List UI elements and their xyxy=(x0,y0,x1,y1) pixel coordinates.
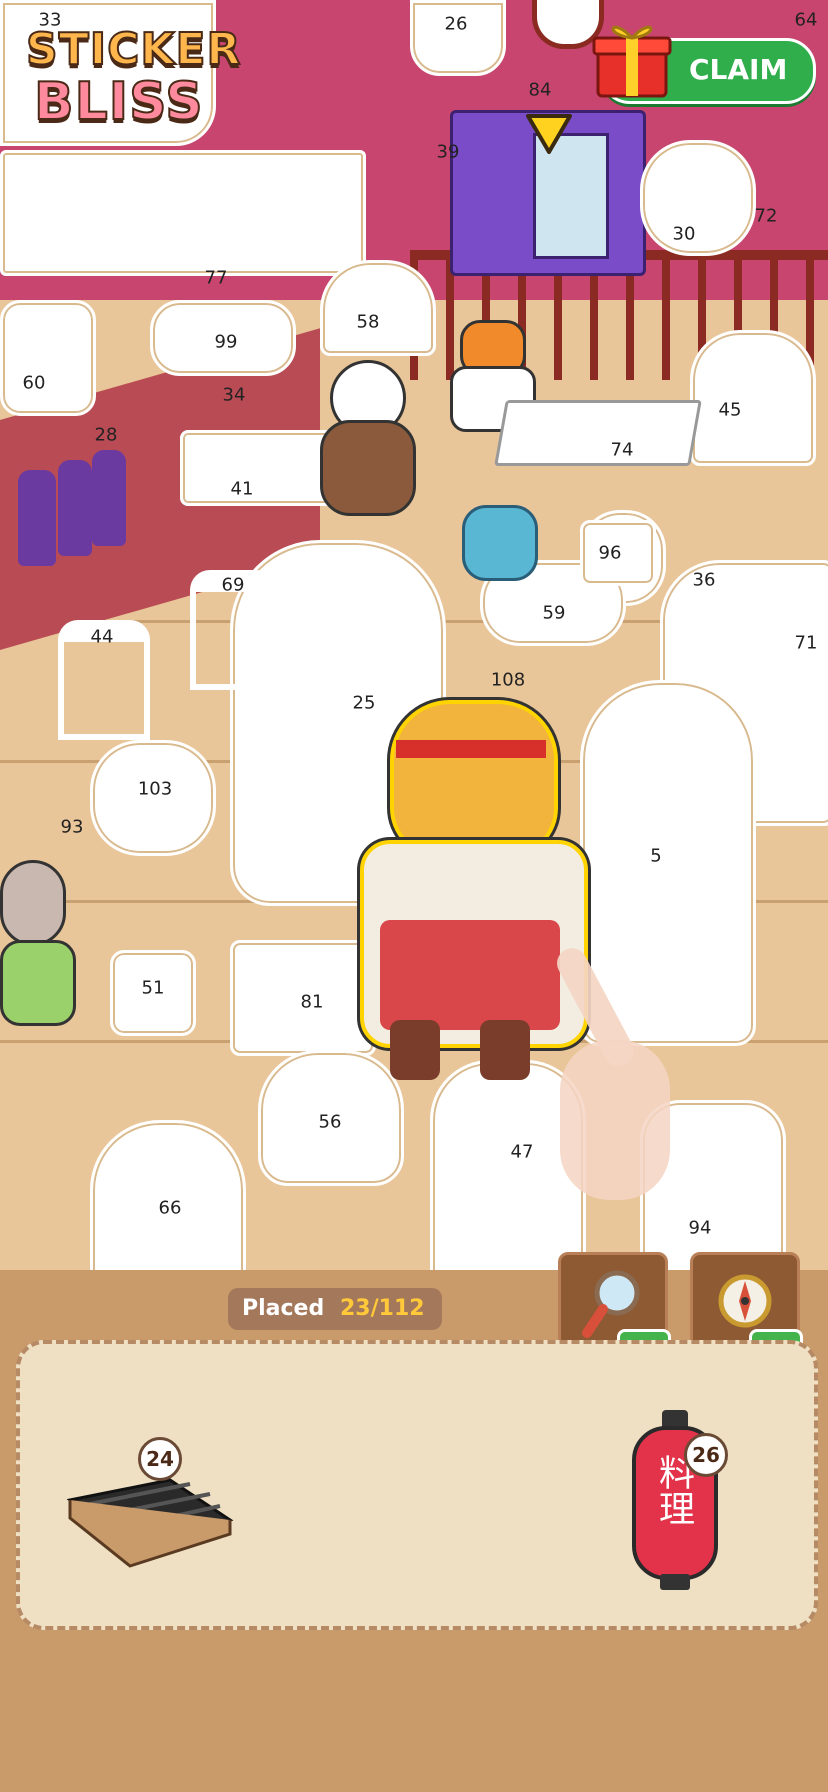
slot-number: 103 xyxy=(137,778,173,800)
placed-label: Placed xyxy=(242,1296,325,1321)
slot-number: 93 xyxy=(60,816,84,838)
sticker-slot[interactable] xyxy=(0,300,96,416)
rabbit-character xyxy=(0,860,80,1040)
slot-number: 58 xyxy=(356,311,380,333)
placed-counter: Placed 23/112 xyxy=(228,1288,442,1330)
claim-label: CLAIM xyxy=(689,53,788,86)
sticker-slot[interactable] xyxy=(690,330,816,466)
slot-number: 71 xyxy=(794,632,818,654)
slot-number: 66 xyxy=(158,1197,182,1219)
slot-number: 56 xyxy=(318,1111,342,1133)
bottle xyxy=(58,460,92,556)
slot-number: 84 xyxy=(528,79,552,101)
slot-number: 41 xyxy=(230,478,254,500)
bottle xyxy=(18,470,56,566)
slot-number: 44 xyxy=(90,626,114,648)
app-logo: STICKER BLISS xyxy=(18,23,241,133)
slot-number: 5 xyxy=(650,845,662,867)
lantern-count: 26 xyxy=(684,1433,728,1477)
game-scene[interactable]: 33 26 64 84 39 30 72 77 58 99 60 34 28 4… xyxy=(0,0,828,1270)
slot-number: 30 xyxy=(672,223,696,245)
sticker-slot[interactable] xyxy=(320,260,436,356)
slot-number: 26 xyxy=(444,13,468,35)
placed-value: 23/112 xyxy=(340,1296,425,1321)
slot-number: 64 xyxy=(794,9,818,31)
slot-number: 36 xyxy=(692,569,716,591)
gift-icon[interactable] xyxy=(592,14,672,100)
slot-number: 34 xyxy=(222,384,246,406)
slot-number: 25 xyxy=(352,692,376,714)
sticker-slot[interactable] xyxy=(0,150,366,276)
sticker-slot[interactable] xyxy=(640,140,756,256)
slot-number: 28 xyxy=(94,424,118,446)
logo-line-1: STICKER xyxy=(25,23,242,76)
eagle-character xyxy=(310,360,420,520)
slot-number: 96 xyxy=(598,542,622,564)
logo-line-2: BLISS xyxy=(33,71,204,133)
down-arrow-icon xyxy=(526,114,572,154)
slot-number: 94 xyxy=(688,1217,712,1239)
slot-number: 69 xyxy=(221,574,245,596)
slot-number: 77 xyxy=(204,267,228,289)
slot-number: 74 xyxy=(610,439,634,461)
slot-number: 81 xyxy=(300,991,324,1013)
sticker-slot[interactable] xyxy=(410,0,506,76)
slot-number: 39 xyxy=(436,141,460,163)
slot-number: 60 xyxy=(22,372,46,394)
slot-number: 51 xyxy=(141,977,165,999)
sticker-slot[interactable] xyxy=(90,1120,246,1270)
bottle xyxy=(92,450,126,546)
slot-number: 108 xyxy=(490,669,526,691)
slot-number: 45 xyxy=(718,399,742,421)
slot-number: 99 xyxy=(214,331,238,353)
tutorial-hand xyxy=(510,942,680,1210)
slot-number: 72 xyxy=(754,205,778,227)
backpack xyxy=(462,505,538,581)
grill-count: 24 xyxy=(138,1437,182,1481)
table xyxy=(494,400,702,466)
slot-number: 59 xyxy=(542,602,566,624)
slot-number: 47 xyxy=(510,1141,534,1163)
